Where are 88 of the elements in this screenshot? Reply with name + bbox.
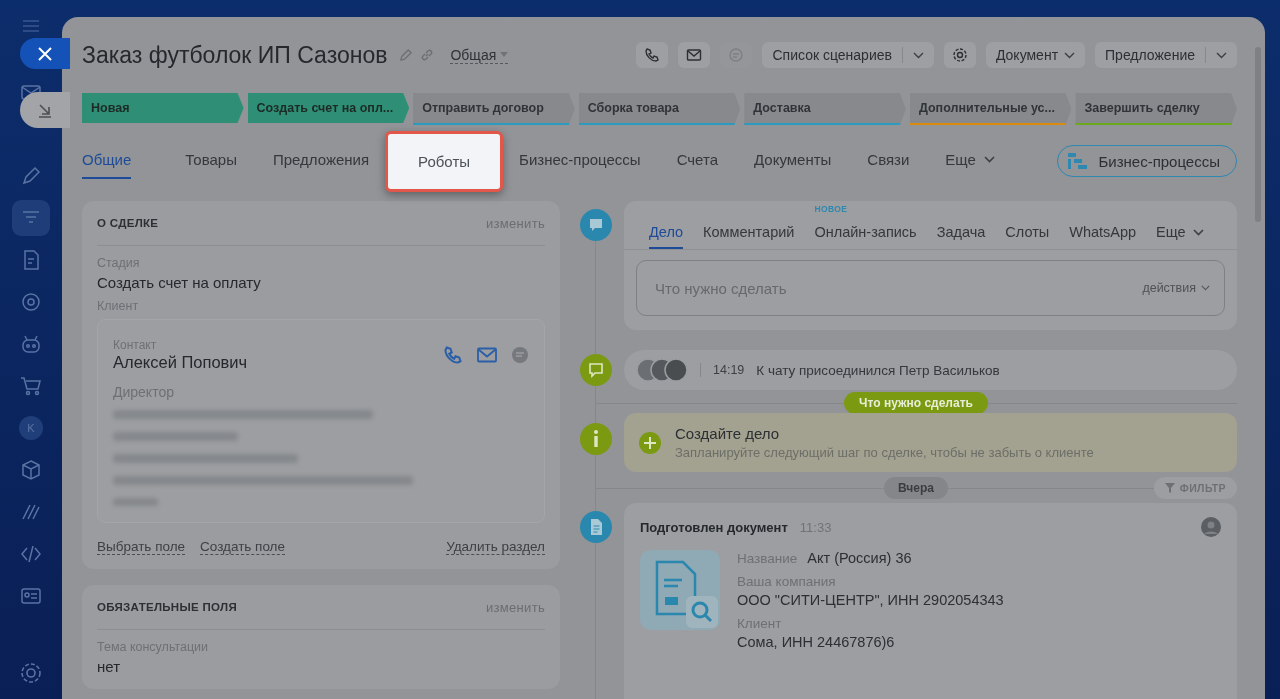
event-title: Подготовлен документ bbox=[640, 519, 788, 535]
todo-pill: Что нужно сделать bbox=[844, 391, 988, 414]
tab[interactable]: Еще bbox=[945, 143, 995, 179]
caret-icon bbox=[1216, 51, 1227, 59]
code-icon[interactable] bbox=[20, 543, 42, 565]
caret-icon bbox=[1064, 51, 1076, 59]
tab[interactable]: Счета bbox=[676, 143, 718, 179]
gear-button[interactable] bbox=[943, 42, 976, 68]
link-icon[interactable] bbox=[420, 48, 435, 62]
cart-icon[interactable] bbox=[20, 375, 42, 397]
gear-icon bbox=[951, 47, 968, 63]
category-dropdown[interactable]: Общая bbox=[450, 46, 509, 64]
field-value: Создать счет на оплату bbox=[97, 274, 262, 291]
info-icon bbox=[580, 423, 612, 456]
chat-icon[interactable] bbox=[511, 346, 529, 364]
activity-tab[interactable]: WhatsApp bbox=[1069, 217, 1137, 249]
chat-bubble-icon bbox=[580, 354, 612, 386]
pencil-icon[interactable] bbox=[20, 165, 42, 187]
caret-icon bbox=[983, 156, 995, 163]
card-icon[interactable] bbox=[20, 585, 42, 607]
activity-tab[interactable]: Задача bbox=[936, 217, 986, 249]
phone-button[interactable] bbox=[636, 42, 669, 68]
section-heading: О СДЕЛКЕ bbox=[97, 217, 159, 229]
caret-icon bbox=[912, 51, 924, 59]
split-button[interactable]: Предложение bbox=[1095, 42, 1237, 68]
box-icon[interactable] bbox=[20, 459, 42, 481]
activity-tab[interactable]: Комментарий bbox=[703, 217, 795, 249]
stage-step[interactable]: Доставка bbox=[744, 93, 906, 125]
add-icon[interactable] bbox=[639, 431, 661, 454]
new-label: НОВОЕ bbox=[814, 204, 848, 214]
caret-icon bbox=[1192, 228, 1204, 236]
document-dropdown[interactable]: Документ bbox=[985, 42, 1086, 68]
mail-icon[interactable] bbox=[477, 347, 497, 363]
day-pill: Вчера bbox=[884, 476, 948, 499]
phone-icon[interactable] bbox=[443, 345, 463, 365]
deal-title: Заказ футболок ИП Сазонов bbox=[82, 41, 388, 69]
tab[interactable]: Бизнес-процессы bbox=[519, 143, 641, 179]
target-icon[interactable] bbox=[20, 291, 42, 313]
menu-icon[interactable] bbox=[22, 20, 40, 32]
filter-icon bbox=[1164, 482, 1175, 493]
field-value: Сома, ИНН 24467876)6 bbox=[737, 634, 896, 650]
event-text: К чату присоединился Петр Васильков bbox=[756, 362, 1000, 378]
mail-icon bbox=[686, 47, 703, 63]
activity-tab[interactable]: Слоты bbox=[1005, 217, 1050, 249]
minimize-button[interactable] bbox=[20, 92, 70, 128]
activity-tab[interactable]: Еще bbox=[1156, 217, 1204, 249]
activity-tab[interactable]: Онлайн-запись bbox=[814, 217, 917, 249]
close-icon bbox=[38, 46, 52, 61]
arrow-down-right-icon bbox=[37, 102, 53, 118]
stage-step[interactable]: Создать счет на опл... bbox=[247, 93, 410, 123]
field-value: Акт (Россия) 36 bbox=[807, 550, 912, 566]
create-case-title[interactable]: Создайте дело bbox=[675, 425, 1094, 443]
tab[interactable]: Общие bbox=[82, 143, 132, 179]
avatar bbox=[1201, 517, 1221, 537]
mail-button[interactable] bbox=[678, 42, 711, 68]
caret-icon bbox=[1201, 285, 1210, 291]
blocks-icon bbox=[1068, 153, 1089, 169]
settings-icon[interactable] bbox=[19, 661, 43, 685]
tab[interactable]: Товары bbox=[185, 143, 237, 179]
pencil-icon[interactable] bbox=[399, 48, 413, 62]
stage-step[interactable]: Дополнительные ус... bbox=[909, 93, 1072, 125]
avatar-group bbox=[636, 358, 688, 382]
actions-dropdown[interactable]: действия bbox=[1142, 281, 1210, 295]
tab[interactable]: Предложения bbox=[272, 143, 370, 179]
stage-step[interactable]: Отправить договор bbox=[413, 93, 575, 125]
phone-icon bbox=[644, 47, 661, 63]
stage-step[interactable]: Новая bbox=[82, 93, 244, 123]
robot-icon[interactable] bbox=[20, 333, 42, 355]
document-icon bbox=[580, 511, 612, 543]
select-field-link[interactable]: Создать поле bbox=[200, 539, 285, 555]
field-value: ООО "СИТИ-ЦЕНТР", ИНН 2902054343 bbox=[737, 592, 1004, 608]
activity-tab[interactable]: Дело bbox=[649, 217, 684, 249]
section-heading: ОБЯЗАТЕЛЬНЫЕ ПОЛЯ bbox=[97, 601, 237, 613]
event-time: 14:19 bbox=[713, 363, 745, 377]
select-field-link[interactable]: Выбрать поле bbox=[97, 539, 186, 555]
contact-name[interactable]: Алексей Попович bbox=[113, 353, 429, 372]
delete-section-link[interactable]: Удалить раздел bbox=[446, 539, 545, 555]
tab[interactable]: Документы bbox=[754, 143, 832, 179]
chat-bubble-icon bbox=[580, 209, 612, 241]
tab[interactable]: Связи bbox=[867, 143, 910, 179]
tab[interactable]: Роботы bbox=[385, 130, 504, 192]
stage-step[interactable]: Сборка товара bbox=[578, 93, 741, 125]
split-button[interactable]: Список сценариев bbox=[762, 42, 934, 68]
field-value: нет bbox=[97, 658, 121, 675]
caret-icon bbox=[500, 52, 509, 57]
close-button[interactable] bbox=[20, 38, 70, 69]
document-preview-icon[interactable] bbox=[640, 550, 720, 630]
stage-step[interactable]: Завершить сделку bbox=[1075, 93, 1238, 125]
